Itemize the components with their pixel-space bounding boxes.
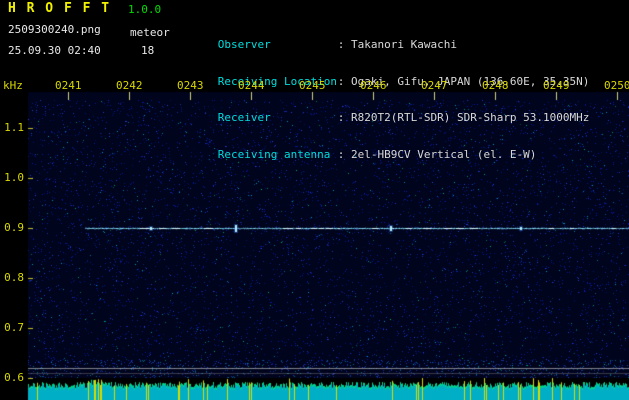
x-tick-label: 0249 (543, 79, 570, 92)
x-tick-label: 0245 (299, 79, 326, 92)
y-tick-label: 0.9 (4, 221, 24, 234)
info-label: Observer (217, 38, 271, 51)
echo-count-label: 18 (141, 44, 155, 57)
info-row-location: Receiving Location: Ogaki, Gifu, JAPAN (… (178, 64, 590, 87)
x-tick-label: 0242 (116, 79, 143, 92)
info-row-observer: Observer : Takanori Kawachi (178, 27, 589, 51)
info-row-antenna: Receiving antenna : 2el-HB9CV Vertical (e… (178, 137, 589, 160)
info-value: : R820T2(RTL-SDR) SDR-Sharp 53.1000MHz (337, 111, 590, 125)
y-tick-label: 0.6 (4, 371, 24, 384)
version-label: 1.0.0 (128, 3, 162, 16)
datetime-label: 25.09.30 02:40 (8, 44, 101, 57)
info-value: : 2el-HB9CV Vertical (el. E-W) (337, 147, 537, 161)
mode-label: meteor (130, 26, 170, 39)
app-title: H R O F F T (8, 1, 111, 16)
x-tick-label: 0243 (177, 79, 204, 92)
x-tick-label: 0248 (482, 79, 509, 92)
info-row-receiver: Receiver : R820T2(RTL-SDR) SDR-Sharp 53.1… (178, 100, 590, 124)
info-label: Receiver (217, 111, 271, 125)
y-tick-label: 0.8 (4, 271, 24, 284)
y-tick-label: 1.0 (4, 171, 24, 184)
y-axis-unit-label: kHz (3, 79, 23, 92)
hrofft-image: H R O F F T 1.0.0 2509300240.png meteor … (0, 0, 629, 400)
x-tick-label: 0246 (360, 79, 387, 92)
x-tick-label: 0250 (604, 79, 629, 92)
filename-label: 2509300240.png (8, 23, 101, 36)
info-value: : Takanori Kawachi (337, 38, 457, 51)
info-label: Receiving antenna (217, 147, 331, 161)
y-tick-label: 0.7 (4, 321, 24, 334)
x-tick-label: 0241 (55, 79, 82, 92)
x-tick-label: 0244 (238, 79, 265, 92)
x-tick-label: 0247 (421, 79, 448, 92)
y-tick-label: 1.1 (4, 121, 24, 134)
